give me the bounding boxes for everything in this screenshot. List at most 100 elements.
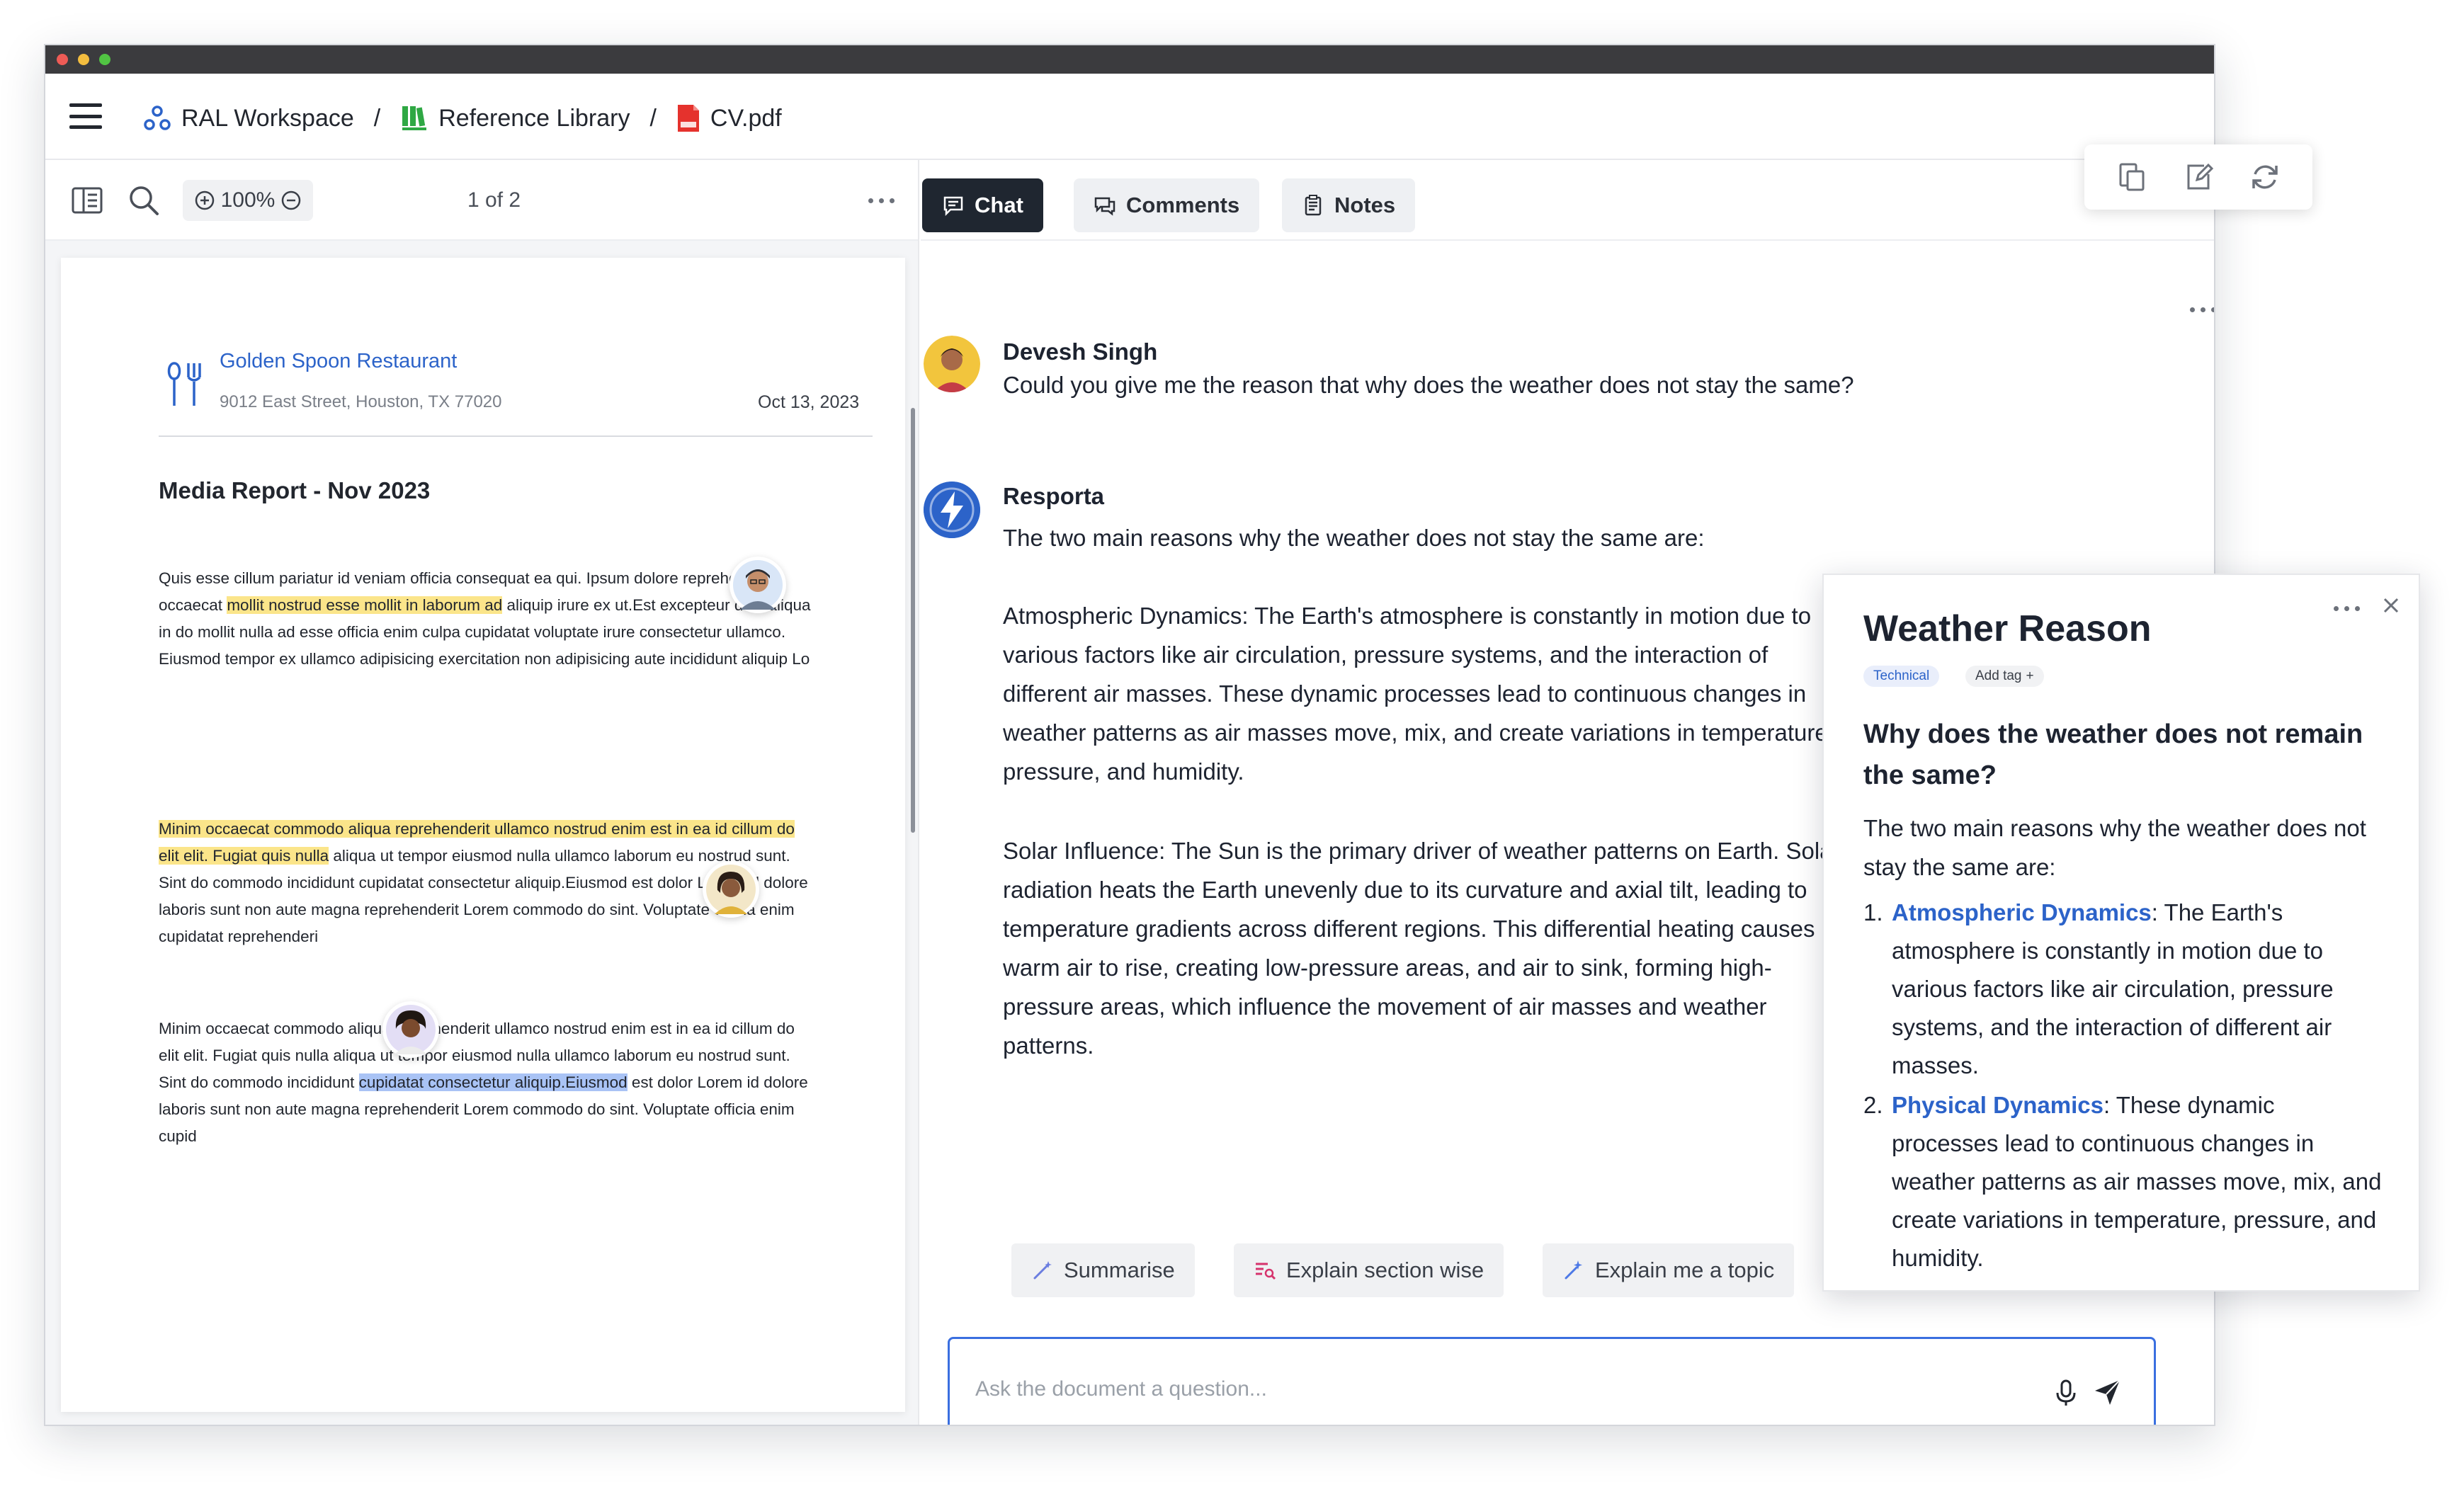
list-text: : The Earth's atmosphere is constantly i… <box>1892 899 2334 1078</box>
tab-chat-label: Chat <box>975 193 1023 217</box>
breadcrumb-workspace[interactable]: RAL Workspace <box>143 104 354 132</box>
explain-section-button[interactable]: Explain section wise <box>1234 1243 1504 1297</box>
explain-topic-button[interactable]: Explain me a topic <box>1543 1243 1795 1297</box>
sidebar-toggle-icon[interactable] <box>71 184 103 217</box>
explain-section-label: Explain section wise <box>1286 1258 1484 1282</box>
tab-notes-label: Notes <box>1334 193 1396 217</box>
tag-technical[interactable]: Technical <box>1863 666 1940 687</box>
summarise-button[interactable]: Summarise <box>1011 1243 1195 1297</box>
chat-icon <box>943 196 963 217</box>
breadcrumb-library[interactable]: Reference Library <box>400 104 630 132</box>
card-more-icon[interactable] <box>2334 606 2360 611</box>
avatar <box>924 482 980 538</box>
zoom-level: 100% <box>220 188 276 212</box>
bot-message-paragraph: Solar Influence: The Sun is the primary … <box>1003 838 1841 1059</box>
refresh-button[interactable] <box>2240 154 2290 200</box>
edit-icon <box>2187 163 2214 190</box>
pdf-file-icon <box>677 105 699 132</box>
lightning-bolt-icon <box>924 482 980 538</box>
close-window-button[interactable] <box>57 54 68 65</box>
library-icon <box>402 106 427 130</box>
copy-button[interactable] <box>2107 154 2157 200</box>
comment-avatar[interactable] <box>382 1001 439 1058</box>
minimize-window-button[interactable] <box>78 54 89 65</box>
maximize-window-button[interactable] <box>99 54 110 65</box>
notes-icon <box>1305 195 1322 216</box>
send-icon[interactable] <box>2093 1377 2123 1407</box>
viewer-toolbar: 100% 1 of 2 <box>45 160 918 241</box>
workspace-icon <box>144 106 171 130</box>
comment-avatar[interactable] <box>703 861 759 918</box>
tab-comments-label: Comments <box>1126 193 1240 217</box>
breadcrumb-separator: / <box>373 104 381 132</box>
list-text: : These dynamic processes lead to contin… <box>1892 1092 2382 1271</box>
chat-more-icon[interactable] <box>2190 307 2214 312</box>
note-card: Weather Reason Technical Add tag + Why do… <box>1822 574 2420 1292</box>
viewer-more-icon[interactable] <box>868 198 895 203</box>
panel-tabs: Chat Comments Notes <box>921 160 2214 241</box>
bot-message-paragraph: Atmospheric Dynamics: The Earth's atmosp… <box>1003 603 1834 785</box>
card-question: Why does the weather does not remain the… <box>1863 719 2363 790</box>
magic-wand-icon <box>1033 1261 1052 1280</box>
list-search-icon <box>1256 1263 1276 1280</box>
microphone-icon[interactable] <box>2053 1379 2079 1407</box>
question-box <box>948 1337 2156 1425</box>
restaurant-name: Golden Spoon Restaurant <box>220 350 458 372</box>
avatar-woman-icon <box>706 865 756 914</box>
list-term[interactable]: Atmospheric Dynamics <box>1892 899 2152 925</box>
document-title: Media Report - Nov 2023 <box>159 477 431 503</box>
list-number: 2. <box>1863 1092 1883 1118</box>
list-number: 1. <box>1863 899 1883 925</box>
zoom-out-icon[interactable] <box>280 190 302 211</box>
breadcrumb-file-label: CV.pdf <box>710 104 782 132</box>
add-tag-label: Add tag <box>1975 668 2022 683</box>
edit-button[interactable] <box>2174 154 2223 200</box>
title-bar <box>45 45 2214 74</box>
tab-chat[interactable]: Chat <box>922 178 1043 232</box>
document-paragraph: Quis esse cillum pariatur id veniam offi… <box>159 565 817 673</box>
comment-avatar[interactable] <box>729 557 786 613</box>
highlight-blue[interactable]: cupidatat consectetur aliquip.Eiusmod <box>358 1073 628 1091</box>
card-intro: The two main reasons why the weather doe… <box>1863 815 2366 880</box>
add-tag-button[interactable]: Add tag + <box>1965 666 2044 687</box>
tab-comments[interactable]: Comments <box>1074 178 1260 232</box>
highlight-yellow[interactable]: mollit nostrud esse mollit in laborum ad <box>227 596 503 614</box>
refresh-icon <box>2252 165 2278 189</box>
viewer-scrollbar[interactable] <box>911 408 915 833</box>
list-item: 1. Atmospheric Dynamics: The Earth's atm… <box>1863 894 2388 1085</box>
message-author: Devesh Singh <box>1003 338 1158 365</box>
breadcrumb-workspace-label: RAL Workspace <box>181 104 354 132</box>
comments-icon <box>1094 197 1115 216</box>
header-divider <box>159 435 873 437</box>
floating-toolbar <box>2084 144 2312 210</box>
breadcrumb-library-label: Reference Library <box>438 104 630 132</box>
avatar-woman-curly-icon <box>386 1005 436 1054</box>
breadcrumb-file[interactable]: CV.pdf <box>676 103 782 133</box>
list-item: 2. Physical Dynamics: These dynamic proc… <box>1863 1086 2388 1277</box>
bot-message-intro: The two main reasons why the weather doe… <box>1003 525 1705 551</box>
breadcrumb-separator: / <box>649 104 657 132</box>
sparkle-wand-icon <box>1565 1260 1582 1280</box>
top-navbar: RAL Workspace / Reference Library / CV.p… <box>45 74 2214 160</box>
menu-icon[interactable] <box>69 103 102 129</box>
tab-notes[interactable]: Notes <box>1282 178 1416 232</box>
avatar <box>924 336 980 392</box>
document-paragraph: Minim occaecat commodo aliqua reprehende… <box>159 1015 817 1150</box>
restaurant-logo-icon <box>167 362 201 406</box>
avatar-user-icon <box>924 336 980 392</box>
list-term[interactable]: Physical Dynamics <box>1892 1092 2104 1118</box>
explain-topic-label: Explain me a topic <box>1595 1258 1775 1282</box>
search-icon[interactable] <box>127 184 160 217</box>
close-icon[interactable] <box>2380 595 2402 616</box>
avatar-man-glasses-icon <box>733 560 783 610</box>
summarise-label: Summarise <box>1064 1258 1175 1282</box>
restaurant-address: 9012 East Street, Houston, TX 77020 <box>220 392 502 411</box>
copy-icon <box>2119 163 2145 191</box>
document-date: Oct 13, 2023 <box>758 392 860 412</box>
breadcrumb: RAL Workspace / Reference Library / CV.p… <box>143 101 782 136</box>
question-input[interactable] <box>975 1377 1967 1401</box>
page-indicator: 1 of 2 <box>467 188 521 212</box>
plus-icon: + <box>2026 668 2034 683</box>
zoom-control: 100% <box>183 180 313 221</box>
zoom-in-icon[interactable] <box>194 190 215 211</box>
